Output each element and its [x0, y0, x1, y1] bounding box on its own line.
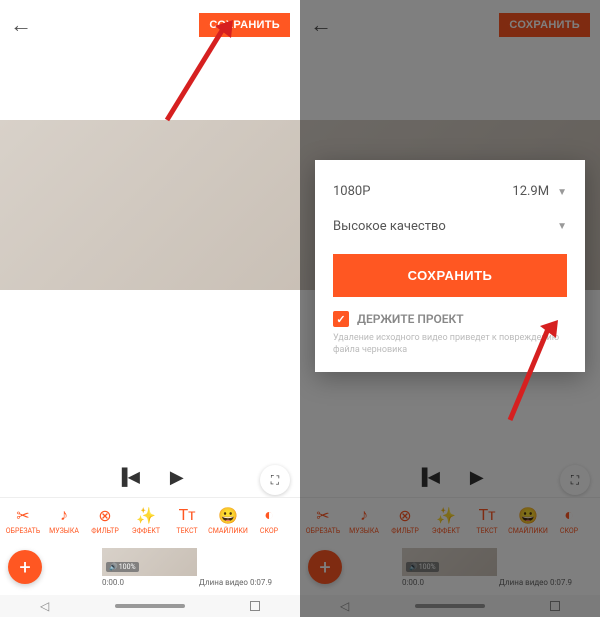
обрезать-icon: ✂	[16, 506, 29, 525]
skip-start-icon[interactable]: ▐◀	[116, 467, 140, 487]
текст-icon: Tᴛ	[179, 505, 196, 525]
смайлики-icon: 😀	[218, 506, 238, 525]
tool-label: ФИЛЬТР	[91, 527, 118, 535]
android-navbar: ◁	[0, 595, 300, 617]
editor-screen-right: ← СОХРАНИТЬ ▐◀ ▶ ⛶ ✂ ОБРЕЗАТЬ ♪ МУЗЫКА ⊗ ФИЛЬ…	[300, 0, 600, 617]
time-start: 0:00.0	[402, 578, 424, 587]
смайлики-icon: 😀	[518, 506, 538, 525]
tool-label: ФИЛЬТР	[391, 527, 418, 535]
tool-скор[interactable]: ◐ СКОР	[250, 505, 288, 535]
play-icon[interactable]: ▶	[170, 467, 184, 488]
back-icon[interactable]: ←	[10, 12, 32, 38]
tool-музыка[interactable]: ♪ МУЗЫКА	[45, 505, 83, 535]
timeline: + 🔊100% 0:00.0 Длина видео 0:07.9	[300, 542, 600, 592]
tool-label: МУЗЫКА	[49, 527, 79, 535]
playback-controls: ▐◀ ▶	[300, 457, 600, 497]
android-navbar: ◁	[300, 595, 600, 617]
fullscreen-button[interactable]: ⛶	[260, 465, 290, 495]
tool-label: ОБРЕЗАТЬ	[306, 527, 341, 535]
эффект-icon: ✨	[436, 506, 456, 525]
checkbox-icon: ✓	[333, 311, 349, 327]
video-length: Длина видео 0:07.9	[499, 578, 572, 587]
tool-фильтр[interactable]: ⊗ ФИЛЬТР	[386, 506, 424, 535]
export-dialog: 1080P 12.9M ▼ Высокое качество ▼ СОХРАНИТ…	[315, 160, 585, 372]
музыка-icon: ♪	[60, 505, 68, 525]
tool-смайлики[interactable]: 😀 СМАЙЛИКИ	[509, 506, 547, 535]
фильтр-icon: ⊗	[398, 506, 411, 525]
quality-value: Высокое качество	[333, 219, 446, 234]
topbar: ← СОХРАНИТЬ	[300, 0, 600, 50]
tool-row-left: ✂ ОБРЕЗАТЬ ♪ МУЗЫКА ⊗ ФИЛЬТР ✨ ЭФФЕКТ Tᴛ ТЕКСТ 😀 СМ…	[0, 497, 300, 542]
скор-icon: ◐	[564, 505, 574, 525]
video-preview[interactable]	[0, 120, 300, 290]
фильтр-icon: ⊗	[98, 506, 111, 525]
tool-скор[interactable]: ◐ СКОР	[550, 505, 588, 535]
tool-label: ЭФФЕКТ	[432, 527, 460, 535]
video-length: Длина видео 0:07.9	[199, 578, 272, 587]
tool-label: ЭФФЕКТ	[132, 527, 160, 535]
tool-фильтр[interactable]: ⊗ ФИЛЬТР	[86, 506, 124, 535]
эффект-icon: ✨	[136, 506, 156, 525]
tool-label: ТЕКСТ	[476, 527, 497, 535]
tool-label: СМАЙЛИКИ	[508, 527, 548, 535]
resolution-row[interactable]: 1080P 12.9M ▼	[333, 184, 567, 199]
tool-label: ТЕКСТ	[176, 527, 197, 535]
tool-label: СКОР	[260, 527, 278, 535]
chevron-down-icon: ▼	[557, 221, 567, 232]
time-start: 0:00.0	[102, 578, 124, 587]
nav-back-icon[interactable]: ◁	[340, 599, 349, 613]
tool-label: СКОР	[560, 527, 578, 535]
tool-смайлики[interactable]: 😀 СМАЙЛИКИ	[209, 506, 247, 535]
topbar: ← СОХРАНИТЬ	[0, 0, 300, 50]
dialog-note: Удаление исходного видео приведет к повр…	[333, 333, 567, 356]
play-icon[interactable]: ▶	[470, 467, 484, 488]
tool-label: МУЗЫКА	[349, 527, 379, 535]
chevron-down-icon: ▼	[557, 187, 567, 198]
nav-home-icon[interactable]	[415, 604, 485, 608]
quality-row[interactable]: Высокое качество ▼	[333, 219, 567, 234]
back-icon[interactable]: ←	[310, 12, 332, 38]
timeline-clip[interactable]: 🔊100%	[102, 548, 197, 576]
tool-label: СМАЙЛИКИ	[208, 527, 248, 535]
save-button[interactable]: СОХРАНИТЬ	[199, 13, 290, 37]
timeline-clip[interactable]: 🔊100%	[402, 548, 497, 576]
скор-icon: ◐	[264, 505, 274, 525]
nav-back-icon[interactable]: ◁	[40, 599, 49, 613]
tool-текст[interactable]: Tᴛ ТЕКСТ	[168, 505, 206, 535]
tool-обрезать[interactable]: ✂ ОБРЕЗАТЬ	[304, 506, 342, 535]
volume-badge: 🔊100%	[106, 562, 139, 572]
tool-row-right: ✂ ОБРЕЗАТЬ ♪ МУЗЫКА ⊗ ФИЛЬТР ✨ ЭФФЕКТ Tᴛ ТЕКСТ 😀 СМ…	[300, 497, 600, 542]
tool-эффект[interactable]: ✨ ЭФФЕКТ	[427, 506, 465, 535]
tool-эффект[interactable]: ✨ ЭФФЕКТ	[127, 506, 165, 535]
dialog-save-button[interactable]: СОХРАНИТЬ	[333, 254, 567, 297]
volume-badge: 🔊100%	[406, 562, 439, 572]
playback-controls: ▐◀ ▶	[0, 457, 300, 497]
nav-recent-icon[interactable]	[250, 601, 260, 611]
filesize-value: 12.9M	[512, 184, 549, 199]
музыка-icon: ♪	[360, 505, 368, 525]
save-button[interactable]: СОХРАНИТЬ	[499, 13, 590, 37]
tool-текст[interactable]: Tᴛ ТЕКСТ	[468, 505, 506, 535]
add-clip-button[interactable]: +	[8, 550, 42, 584]
add-clip-button[interactable]: +	[308, 550, 342, 584]
текст-icon: Tᴛ	[479, 505, 496, 525]
nav-recent-icon[interactable]	[550, 601, 560, 611]
tool-label: ОБРЕЗАТЬ	[6, 527, 41, 535]
fullscreen-button[interactable]: ⛶	[560, 465, 590, 495]
keep-project-checkbox[interactable]: ✓ ДЕРЖИТЕ ПРОЕКТ	[333, 311, 567, 327]
skip-start-icon[interactable]: ▐◀	[416, 467, 440, 487]
editor-screen-left: ← СОХРАНИТЬ ▐◀ ▶ ⛶ ✂ ОБРЕЗАТЬ ♪ МУЗЫКА ⊗ ФИЛЬ…	[0, 0, 300, 617]
обрезать-icon: ✂	[316, 506, 329, 525]
nav-home-icon[interactable]	[115, 604, 185, 608]
timeline: + 🔊100% 0:00.0 Длина видео 0:07.9	[0, 542, 300, 592]
resolution-value: 1080P	[333, 184, 370, 199]
tool-обрезать[interactable]: ✂ ОБРЕЗАТЬ	[4, 506, 42, 535]
tool-музыка[interactable]: ♪ МУЗЫКА	[345, 505, 383, 535]
